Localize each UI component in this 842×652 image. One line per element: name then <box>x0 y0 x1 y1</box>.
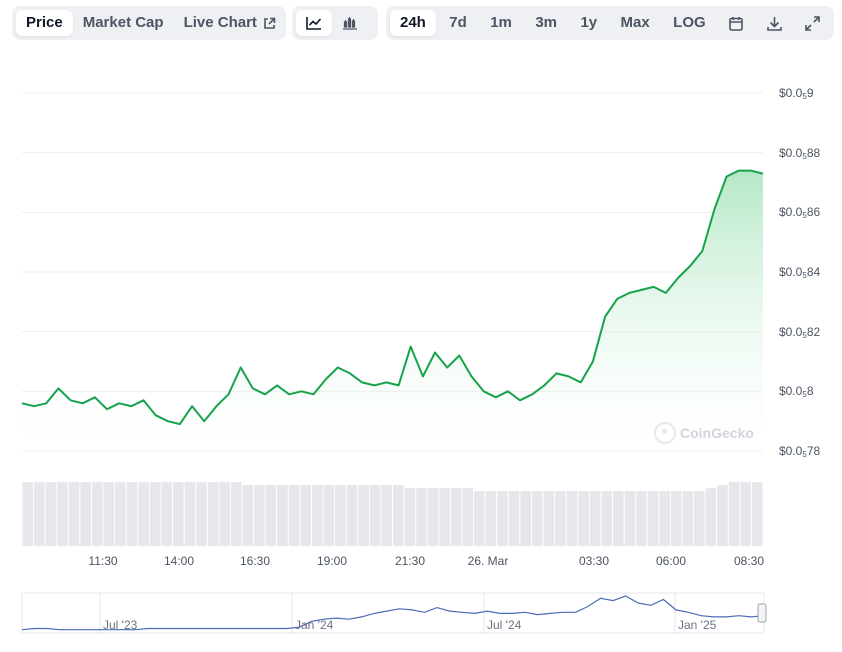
navigator-label: Jul '24 <box>487 618 522 632</box>
volume-bar <box>277 485 288 546</box>
volume-bar <box>254 485 265 546</box>
volume-bar <box>682 491 694 546</box>
volume-bar <box>80 482 91 546</box>
x-tick-label: 19:00 <box>316 554 348 568</box>
volume-bar <box>566 491 578 546</box>
volume-bar <box>207 482 219 546</box>
volume-bar <box>601 491 612 546</box>
volume-bar <box>450 488 462 546</box>
volume-bar <box>670 491 682 546</box>
volume-bar <box>219 482 230 546</box>
volume-bar <box>369 485 381 546</box>
volume-bar <box>196 482 207 546</box>
volume-bar <box>705 488 717 546</box>
volume-bar <box>381 485 392 546</box>
volume-bar <box>694 491 705 546</box>
volume-bar <box>555 491 566 546</box>
volume-bar <box>161 482 172 546</box>
volume-bar <box>416 488 427 546</box>
volume-bar <box>288 485 300 546</box>
volume-bar <box>647 491 659 546</box>
volume-bar <box>45 482 57 546</box>
volume-bar <box>520 491 531 546</box>
watermark-text: CoinGecko <box>680 425 754 441</box>
navigator-handle[interactable] <box>757 603 767 623</box>
y-tick-label: $0.0582 <box>779 324 821 340</box>
x-tick-label: 06:00 <box>655 554 687 568</box>
navigator-label: Jan '24 <box>295 618 334 632</box>
volume-bar <box>312 485 323 546</box>
volume-bar <box>404 488 416 546</box>
volume-bar <box>358 485 369 546</box>
volume-bar <box>149 482 161 546</box>
volume-bar <box>393 485 404 546</box>
volume-bar <box>230 482 242 546</box>
volume-bar <box>543 491 555 546</box>
volume-bar <box>265 485 277 546</box>
volume-bar <box>636 491 647 546</box>
navigator-label: Jul '23 <box>103 618 138 632</box>
x-tick-label: 11:30 <box>88 554 118 568</box>
volume-bar <box>300 485 311 546</box>
volume-bar <box>242 485 254 546</box>
volume-bar <box>34 482 45 546</box>
y-tick-label: $0.0588 <box>779 145 821 161</box>
volume-bar <box>323 485 335 546</box>
volume-bar <box>115 482 126 546</box>
volume-bar <box>485 491 497 546</box>
volume-bar <box>173 482 184 546</box>
volume-bar <box>57 482 68 546</box>
volume-bar <box>728 482 740 546</box>
volume-bar <box>578 491 589 546</box>
coingecko-logo-icon <box>654 422 676 444</box>
volume-bar <box>103 482 115 546</box>
y-tick-label: $0.0584 <box>779 265 821 280</box>
volume-bar <box>589 491 601 546</box>
x-tick-label: 03:30 <box>578 554 610 568</box>
volume-bar <box>184 482 196 546</box>
volume-bar <box>138 482 149 546</box>
volume-bar <box>92 482 103 546</box>
volume-bar <box>346 485 358 546</box>
volume-bar <box>740 482 751 546</box>
volume-bar <box>68 482 80 546</box>
volume-bar <box>439 488 450 546</box>
volume-bar <box>531 491 543 546</box>
x-tick-label: 08:30 <box>733 554 765 568</box>
volume-bar <box>335 485 346 546</box>
y-tick-label: $0.0586 <box>779 205 821 221</box>
volume-bar <box>624 491 636 546</box>
y-tick-label: $0.059 <box>779 86 814 101</box>
volume-bar <box>659 491 670 546</box>
volume-bar <box>126 482 138 546</box>
volume-bar <box>474 491 485 546</box>
volume-bar <box>427 488 439 546</box>
navigator-label: Jan '25 <box>678 618 717 632</box>
volume-bar <box>497 491 508 546</box>
coingecko-watermark: CoinGecko <box>654 422 754 444</box>
volume-bar <box>22 482 34 546</box>
y-tick-label: $0.058 <box>779 384 814 400</box>
volume-bar <box>508 491 520 546</box>
y-tick-label: $0.0578 <box>779 444 821 459</box>
x-tick-label: 16:30 <box>239 554 271 568</box>
volume-bar <box>717 485 728 546</box>
volume-bar <box>613 491 624 546</box>
x-tick-label: 26. Mar <box>467 554 509 568</box>
x-tick-label: 21:30 <box>394 554 426 568</box>
volume-bar <box>751 482 763 546</box>
volume-bar <box>462 488 474 546</box>
x-tick-label: 14:00 <box>163 554 195 568</box>
